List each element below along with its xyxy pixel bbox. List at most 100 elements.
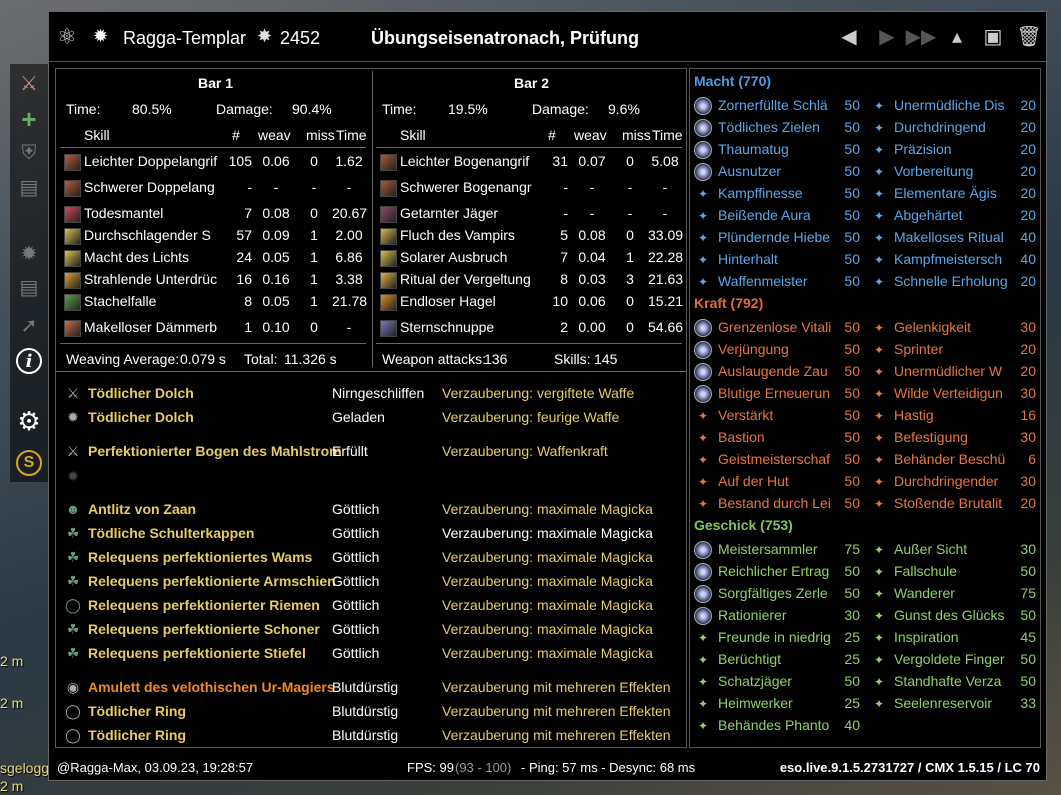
cp-skill-name[interactable]: Behändes Phanto [718,717,836,733]
cp-skill-name[interactable]: Seelenreservoir [894,695,1012,711]
cp-skill-name[interactable]: Reichlicher Ertrag [718,563,836,579]
cp-skill-points: 25 [844,651,860,667]
bar2-title: Bar 2 [514,75,550,91]
cp-skill-name[interactable]: Hastig [894,407,1012,423]
cp-skill-name[interactable]: Blutige Erneuerun [718,385,836,401]
cp-skill-name[interactable]: Grenzenlose Vitali [718,319,836,335]
cp-skill-name[interactable]: Freunde in niedrig [718,629,836,645]
cp-skill-name[interactable]: Bestand durch Lei [718,495,836,511]
cp-skill-name[interactable]: Geistmeisterschaf [718,451,836,467]
cp-skill-name[interactable]: Standhafte Verza [894,673,1012,689]
gear-name[interactable]: Perfektionierter Bogen des Mahlstrom [88,443,342,459]
cp-slotted-star-icon [694,141,712,159]
cp-skill-name[interactable]: Meistersammler [718,541,836,557]
damage-label: Damage: [532,101,589,117]
gear-name[interactable]: Relequens perfektionierte Schoner [88,621,320,637]
cp-skill-name[interactable]: Elementare Ägis [894,185,1012,201]
last-fight-icon[interactable]: ▶▶ [906,22,937,50]
cp-skill-name[interactable]: Außer Sicht [894,541,1012,557]
scroll-icon[interactable]: ▤ [16,274,42,300]
cp-skill-name[interactable]: Sprinter [894,341,1012,357]
cp-skill-name[interactable]: Unermüdlicher W [894,363,1012,379]
info-icon[interactable]: i [16,348,42,374]
cp-skill-name[interactable]: Durchdringend [894,119,1012,135]
cp-skill-name[interactable]: Unermüdliche Dis [894,97,1012,113]
gear-name[interactable]: Tödliche Schulterkappen [88,525,254,541]
gear-name[interactable]: Tödlicher Dolch [88,385,194,401]
graph-bars-icon[interactable]: ▤ [16,174,42,200]
axe-icon[interactable]: ⚔ [16,70,42,96]
cp-skill-name[interactable]: Bastion [718,429,836,445]
cp-skill-name[interactable]: Gelenkigkeit [894,319,1012,335]
cp-skill-name[interactable]: Berüchtigt [718,651,836,667]
cp-skill-name[interactable]: Befestigung [894,429,1012,445]
cp-skill-name[interactable]: Inspiration [894,629,1012,645]
cp-skill-points: 30 [1020,429,1036,445]
cp-skill-name[interactable]: Vorbereitung [894,163,1012,179]
shield-icon[interactable]: ⛨ [16,140,42,166]
next-fight-icon[interactable]: ▶ [873,22,901,50]
cp-skill-name[interactable]: Thaumatug [718,141,836,157]
cp-skill-name[interactable]: Rationierer [718,607,836,623]
gear-name[interactable]: Amulett des velothischen Ur-Magiers [88,679,335,695]
cp-skill-name[interactable]: Gunst des Glücks [894,607,1012,623]
trend-icon[interactable]: ➚ [16,312,42,338]
cp-skill-name[interactable]: Durchdringender [894,473,1012,489]
save-icon[interactable]: ▣ [979,22,1007,50]
cp-skill-name[interactable]: Wilde Verteidigun [894,385,1012,401]
cp-skill-name[interactable]: Auf der Hut [718,473,836,489]
delete-trash-icon[interactable]: 🗑 [1015,22,1043,50]
bar-footer-value: 0.079 s [180,351,226,367]
cp-skill-name[interactable]: Schatzjäger [718,673,836,689]
prev-fight-icon[interactable]: ◀ [835,22,863,50]
currency-s-icon[interactable]: S [16,450,42,476]
cp-skill-points: 45 [1020,629,1036,645]
cp-skill-name[interactable]: Kampfmeistersch [894,251,1012,267]
cp-star-icon: ✦ [873,187,885,201]
cp-skill-name[interactable]: Verjüngung [718,341,836,357]
heal-plus-icon[interactable]: + [16,104,42,134]
gear-name[interactable]: Relequens perfektioniertes Wams [88,549,312,565]
load-icon[interactable]: ▴ [943,22,971,50]
cp-skill-name[interactable]: Heimwerker [718,695,836,711]
gear-name[interactable]: Relequens perfektionierte Armschien [88,573,336,589]
spark-icon[interactable]: ✹ [16,240,42,266]
gear-name[interactable]: Relequens perfektionierte Stiefel [88,645,306,661]
cp-skill-name[interactable]: Vergoldete Finger [894,651,1012,667]
cp-skill-name[interactable]: Hinterhalt [718,251,836,267]
cp-skill-name[interactable]: Auslaugende Zau [718,363,836,379]
cp-skill-name[interactable]: Kampffinesse [718,185,836,201]
cp-skill-name[interactable]: Waffenmeister [718,273,836,289]
cp-skill-name[interactable]: Tödliches Zielen [718,119,836,135]
skill-name: Sternschnuppe [400,319,495,335]
cp-skill-name[interactable]: Ausnutzer [718,163,836,179]
gear-name[interactable]: Relequens perfektionierter Riemen [88,597,320,613]
skill-stat: 0.03 [578,271,606,287]
cp-skill-name[interactable]: Präzision [894,141,1012,157]
skill-stat: 0.08 [262,205,290,221]
cp-skill-name[interactable]: Schnelle Erholung [894,273,1012,289]
gear-name[interactable]: Tödlicher Ring [88,727,186,743]
cp-skill-name[interactable]: Sorgfältiges Zerle [718,585,836,601]
gear-name[interactable]: Antlitz von Zaan [88,501,196,517]
skill-stat: 3.38 [335,271,363,287]
cp-skill-points: 30 [1020,385,1036,401]
skill-stat: 0 [626,293,634,309]
gear-item-icon: ◉ [66,679,80,695]
cp-skill-name[interactable]: Zornerfüllte Schlä [718,97,836,113]
cp-skill-name[interactable]: Wanderer [894,585,1012,601]
cp-skill-name[interactable]: Makelloses Ritual [894,229,1012,245]
cp-skill-points: 50 [1020,673,1036,689]
skill-stat: 0.05 [262,293,290,309]
cp-skill-name[interactable]: Behänder Beschü [894,451,1012,467]
gear-name[interactable]: Tödlicher Dolch [88,409,194,425]
cp-skill-name[interactable]: Beißende Aura [718,207,836,223]
cp-skill-name[interactable]: Plündernde Hiebe [718,229,836,245]
cp-skill-name[interactable]: Stoßende Brutalit [894,495,1012,511]
settings-gear-icon[interactable]: ⚙ [16,406,42,436]
gear-name[interactable]: Tödlicher Ring [88,703,186,719]
cp-skill-name[interactable]: Abgehärtet [894,207,1012,223]
gear-enchant: Verzauberung: maximale Magicka [442,597,653,613]
cp-skill-name[interactable]: Verstärkt [718,407,836,423]
cp-skill-name[interactable]: Fallschule [894,563,1012,579]
